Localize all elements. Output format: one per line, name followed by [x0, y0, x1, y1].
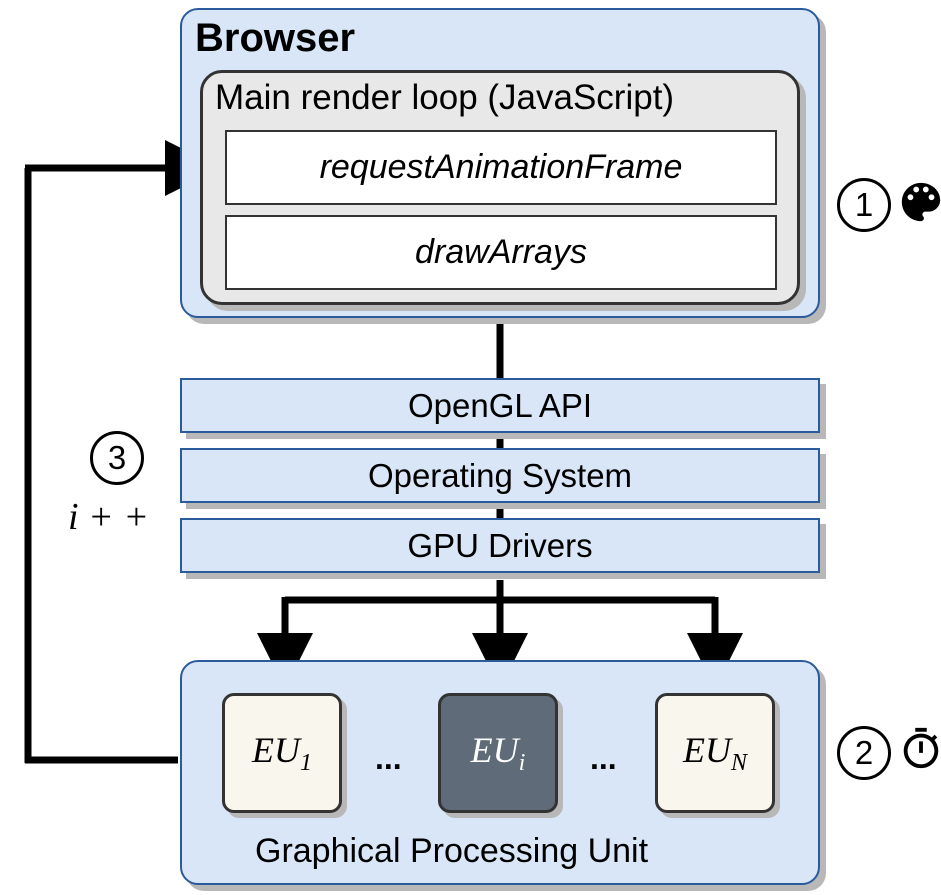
execution-unit-1: EU1 [222, 693, 342, 813]
request-animation-frame-box: requestAnimationFrame [225, 130, 777, 205]
opengl-layer: OpenGL API [180, 378, 820, 433]
step-2-badge: 2 [837, 726, 891, 780]
ellipsis-1: ... [375, 740, 402, 777]
browser-title: Browser [195, 16, 355, 61]
step-3-badge: 3 [90, 431, 144, 485]
os-layer: Operating System [180, 448, 820, 503]
step-1-badge: 1 [837, 178, 891, 232]
drivers-layer: GPU Drivers [180, 518, 820, 573]
stopwatch-icon [898, 726, 941, 772]
step-3-label: i + + [68, 495, 149, 539]
draw-arrays-box: drawArrays [225, 215, 777, 290]
execution-unit-n: EUN [655, 693, 775, 813]
execution-unit-i: EUi [438, 693, 558, 813]
ellipsis-2: ... [590, 740, 617, 777]
render-loop-title: Main render loop (JavaScript) [215, 78, 674, 118]
gpu-title: Graphical Processing Unit [255, 832, 648, 871]
palette-icon [898, 179, 941, 225]
